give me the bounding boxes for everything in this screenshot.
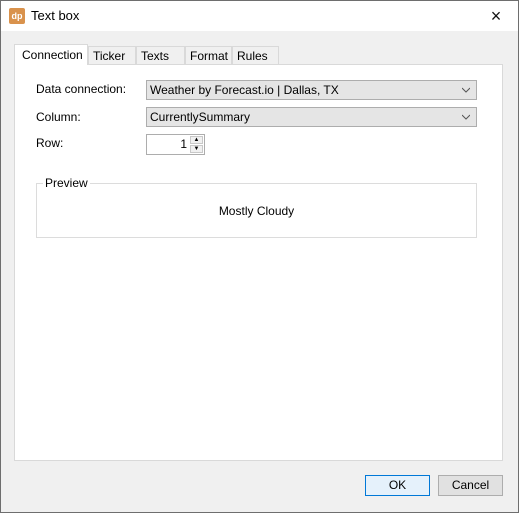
tab-texts[interactable]: Texts <box>136 46 185 64</box>
text-box-dialog: dp Text box × Connection Ticker Texts Fo… <box>0 0 519 513</box>
preview-label: Preview <box>43 176 90 190</box>
preview-group: Preview Mostly Cloudy <box>36 176 477 238</box>
preview-text: Mostly Cloudy <box>218 204 295 218</box>
data-connection-select[interactable]: Weather by Forecast.io | Dallas, TX <box>146 80 477 100</box>
data-connection-value: Weather by Forecast.io | Dallas, TX <box>150 83 339 97</box>
chevron-down-icon <box>462 87 470 93</box>
arrow-up-icon[interactable]: ▲ <box>190 136 203 144</box>
connection-panel: Data connection: Weather by Forecast.io … <box>14 64 503 461</box>
close-icon[interactable]: × <box>474 1 518 31</box>
ok-button[interactable]: OK <box>365 475 430 496</box>
tab-ticker[interactable]: Ticker <box>88 46 136 64</box>
app-logo-icon: dp <box>9 8 25 24</box>
data-connection-label: Data connection: <box>36 82 127 96</box>
row-label: Row: <box>36 136 64 150</box>
column-label: Column: <box>36 110 81 124</box>
arrow-down-icon[interactable]: ▼ <box>190 145 203 153</box>
column-select[interactable]: CurrentlySummary <box>146 107 477 127</box>
window-title: Text box <box>31 8 80 23</box>
column-value: CurrentlySummary <box>150 110 251 124</box>
tab-format[interactable]: Format <box>185 46 232 64</box>
row-value[interactable]: 1 <box>180 135 187 154</box>
title-bar: dp Text box × <box>1 1 518 31</box>
chevron-down-icon <box>462 114 470 120</box>
tab-rules[interactable]: Rules <box>232 46 279 64</box>
row-stepper-buttons: ▲ ▼ <box>190 136 203 153</box>
cancel-button[interactable]: Cancel <box>438 475 503 496</box>
tab-connection[interactable]: Connection <box>14 44 88 65</box>
row-stepper[interactable]: 1 ▲ ▼ <box>146 134 205 155</box>
